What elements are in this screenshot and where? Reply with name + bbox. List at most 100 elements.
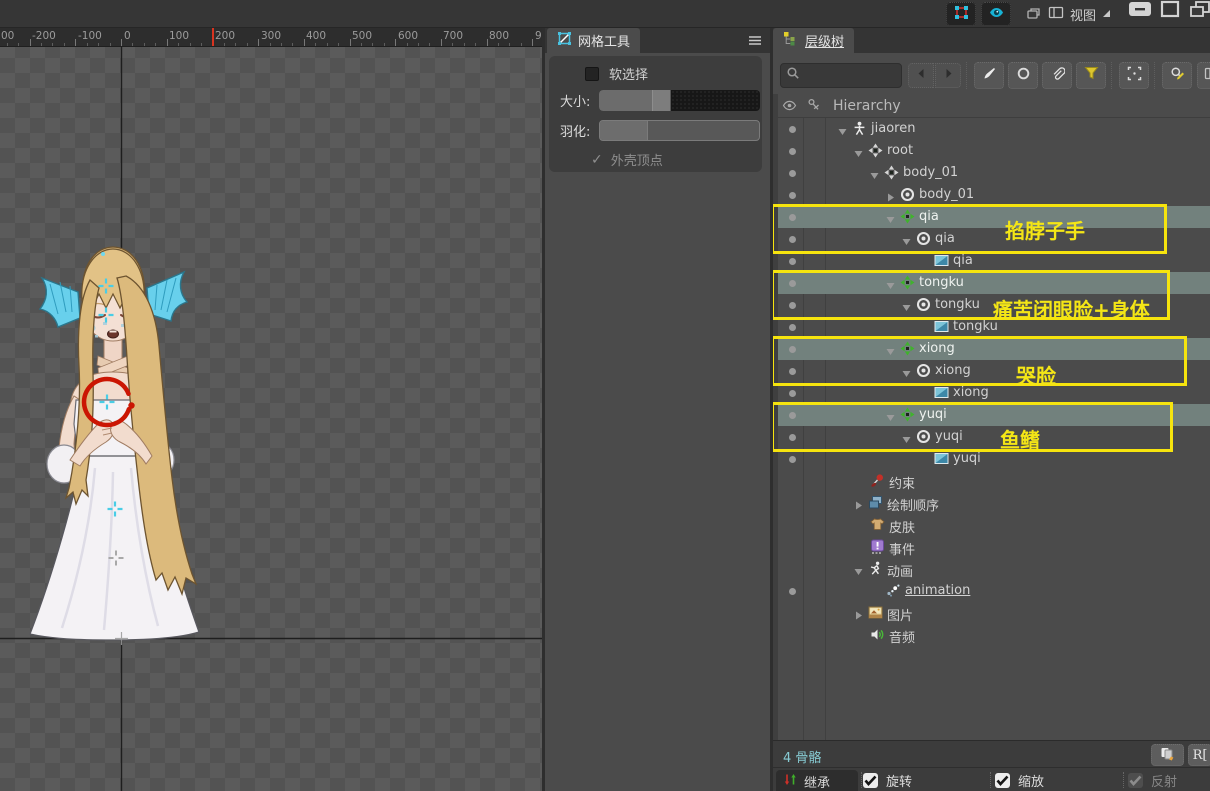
circle-tool-button[interactable]	[1008, 62, 1038, 89]
expander-closed-icon[interactable]	[886, 191, 895, 200]
mesh-select-tool-button[interactable]	[946, 2, 976, 26]
feather-slider[interactable]	[599, 120, 760, 141]
soft-select-checkbox[interactable]	[585, 67, 599, 81]
expander-open-icon[interactable]	[886, 345, 895, 354]
visibility-dot[interactable]	[789, 126, 796, 133]
copy-pages-icon[interactable]	[1026, 6, 1041, 21]
tab-mesh-tool[interactable]: 网格工具	[547, 28, 640, 53]
visibility-dot[interactable]	[789, 192, 796, 199]
visibility-dot[interactable]	[789, 324, 796, 331]
prev-button[interactable]	[908, 63, 934, 88]
tree-row-xiong[interactable]: xiong	[778, 382, 1210, 404]
visibility-tool-button[interactable]	[981, 2, 1011, 26]
scale-checkbox[interactable]: 缩放	[995, 771, 1044, 790]
tree-row-约束[interactable]: 约束	[778, 470, 1210, 492]
visibility-dot[interactable]	[789, 434, 796, 441]
expander-open-icon[interactable]	[870, 169, 879, 178]
tree-row-事件[interactable]: 事件	[778, 536, 1210, 558]
size-slider[interactable]	[599, 90, 760, 111]
restore-button[interactable]	[1186, 1, 1210, 21]
tree-row-皮肤[interactable]: 皮肤	[778, 514, 1210, 536]
tree-row-xiong[interactable]: xiong	[778, 338, 1210, 360]
mesh-tool-options: 软选择 大小: 羽化: ✓ 外壳顶点	[549, 56, 762, 172]
expander-open-icon[interactable]	[902, 367, 911, 376]
tree-row-xiong[interactable]: xiong	[778, 360, 1210, 382]
expander-open-icon[interactable]	[854, 565, 863, 574]
panel-menu-icon[interactable]	[747, 33, 762, 52]
expander-open-icon[interactable]	[902, 235, 911, 244]
reflect-checkbox[interactable]: 反射	[1128, 771, 1177, 790]
tree-row-绘制顺序[interactable]: 绘制顺序	[778, 492, 1210, 514]
view-menu-button[interactable]: 视图	[1048, 3, 1111, 25]
expander-closed-icon[interactable]	[854, 609, 863, 618]
panel-divider[interactable]	[542, 28, 545, 791]
tree-row-yuqi[interactable]: yuqi	[778, 426, 1210, 448]
rotate-checkbox[interactable]: 旋转	[863, 771, 912, 790]
visibility-dot[interactable]	[789, 214, 796, 221]
inherit-button[interactable]: 继承	[776, 770, 858, 791]
search-edit-button[interactable]	[1162, 62, 1192, 89]
tree-row-yuqi[interactable]: yuqi	[778, 404, 1210, 426]
tree-row-tongku[interactable]: tongku	[778, 316, 1210, 338]
expander-open-icon[interactable]	[886, 279, 895, 288]
tree-row-qia[interactable]: qia	[778, 250, 1210, 272]
frame-selection-button[interactable]	[1119, 62, 1149, 89]
visibility-dot[interactable]	[789, 236, 796, 243]
bone-gray-icon	[884, 165, 899, 180]
tree-row-animation[interactable]: animation	[778, 580, 1210, 602]
visibility-dot[interactable]	[789, 346, 796, 353]
slot-icon	[916, 231, 931, 246]
cards-button[interactable]	[1151, 744, 1184, 766]
visibility-dot[interactable]	[789, 258, 796, 265]
tree-row-qia[interactable]: qia	[778, 228, 1210, 250]
tree-row-yuqi[interactable]: yuqi	[778, 448, 1210, 470]
expander-closed-icon[interactable]	[854, 499, 863, 508]
search-input[interactable]	[805, 69, 895, 83]
visibility-dot[interactable]	[789, 302, 796, 309]
minimize-button[interactable]	[1126, 1, 1154, 21]
visibility-column-icon[interactable]	[782, 98, 797, 117]
visibility-dot[interactable]	[789, 456, 796, 463]
visibility-dot[interactable]	[789, 588, 796, 595]
tab-hierarchy[interactable]: 层级树	[773, 28, 854, 53]
hull-vertices-check-icon[interactable]: ✓	[591, 152, 603, 168]
expander-open-icon[interactable]	[886, 213, 895, 222]
attachment-tool-button[interactable]	[1042, 62, 1072, 89]
next-button[interactable]	[935, 63, 961, 88]
tree-row-动画[interactable]: 动画	[778, 558, 1210, 580]
link-column-icon[interactable]	[807, 98, 822, 117]
expander-open-icon[interactable]	[886, 411, 895, 420]
feather-slider-fill	[600, 121, 648, 140]
tree-row-tongku[interactable]: tongku	[778, 272, 1210, 294]
tree-row-body_01[interactable]: body_01	[778, 162, 1210, 184]
panel-divider[interactable]	[770, 28, 773, 791]
visibility-dot[interactable]	[789, 148, 796, 155]
tree-row-root[interactable]: root	[778, 140, 1210, 162]
visibility-dot[interactable]	[789, 280, 796, 287]
tree-row-qia[interactable]: qia	[778, 206, 1210, 228]
filter-button[interactable]	[1076, 62, 1106, 89]
visibility-dot[interactable]	[789, 170, 796, 177]
shirt-icon	[870, 517, 885, 532]
visibility-dot[interactable]	[789, 412, 796, 419]
search-box[interactable]	[780, 63, 902, 88]
expander-open-icon[interactable]	[854, 147, 863, 156]
tree-row-body_01[interactable]: body_01	[778, 184, 1210, 206]
ring-icon	[1016, 66, 1031, 85]
tree-row-图片[interactable]: 图片	[778, 602, 1210, 624]
expander-open-icon[interactable]	[838, 125, 847, 134]
visibility-dot[interactable]	[789, 368, 796, 375]
tree-row-tongku[interactable]: tongku	[778, 294, 1210, 316]
expander-open-icon[interactable]	[902, 433, 911, 442]
tree-row-音频[interactable]: 音频	[778, 624, 1210, 646]
viewport-scene[interactable]	[0, 28, 542, 791]
visibility-dot[interactable]	[789, 390, 796, 397]
panel-options-button[interactable]	[1197, 62, 1210, 89]
expander-open-icon[interactable]	[902, 301, 911, 310]
brush-tool-button[interactable]	[974, 62, 1004, 89]
r-button[interactable]: R[	[1188, 744, 1210, 766]
maximize-button[interactable]	[1156, 1, 1184, 21]
viewport-canvas[interactable]: 00-200-100010020030040050060070080090	[0, 28, 542, 791]
size-slider-handle[interactable]	[652, 90, 671, 111]
tree-row-jiaoren[interactable]: jiaoren	[778, 118, 1210, 140]
